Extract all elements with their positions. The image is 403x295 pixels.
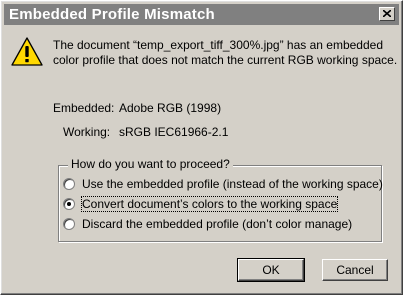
message-line-1: The document “temp_export_tiff_300%.jpg”… bbox=[53, 38, 383, 52]
ok-button[interactable]: OK bbox=[237, 258, 305, 282]
option-label: Discard the embedded profile (don’t colo… bbox=[82, 217, 353, 231]
cancel-button[interactable]: Cancel bbox=[322, 259, 388, 281]
option-label: Convert document’s colors to the working… bbox=[80, 196, 339, 212]
options-legend: How do you want to proceed? bbox=[68, 157, 233, 171]
radio-discard[interactable] bbox=[63, 218, 75, 230]
option-discard[interactable]: Discard the embedded profile (don’t colo… bbox=[63, 216, 352, 232]
dialog-title: Embedded Profile Mismatch bbox=[9, 6, 215, 23]
title-bar[interactable]: Embedded Profile Mismatch bbox=[4, 4, 399, 25]
close-button[interactable] bbox=[379, 7, 395, 21]
dialog-window: Embedded Profile Mismatch The document “… bbox=[0, 0, 403, 295]
message-text: The document “temp_export_tiff_300%.jpg”… bbox=[53, 38, 397, 68]
working-label: Working: bbox=[63, 125, 111, 139]
radio-convert[interactable] bbox=[63, 198, 75, 210]
message-line-2: color profile that does not match the cu… bbox=[53, 53, 398, 67]
working-value: sRGB IEC61966-2.1 bbox=[119, 125, 229, 139]
embedded-label: Embedded: bbox=[53, 101, 115, 115]
warning-icon bbox=[11, 37, 43, 66]
radio-selected-dot bbox=[67, 202, 71, 206]
close-icon bbox=[383, 10, 391, 17]
radio-use-embedded[interactable] bbox=[63, 178, 75, 190]
option-convert[interactable]: Convert document’s colors to the working… bbox=[63, 196, 339, 212]
embedded-value: Adobe RGB (1998) bbox=[119, 101, 222, 115]
option-use-embedded[interactable]: Use the embedded profile (instead of the… bbox=[63, 176, 383, 192]
option-label: Use the embedded profile (instead of the… bbox=[82, 177, 383, 191]
